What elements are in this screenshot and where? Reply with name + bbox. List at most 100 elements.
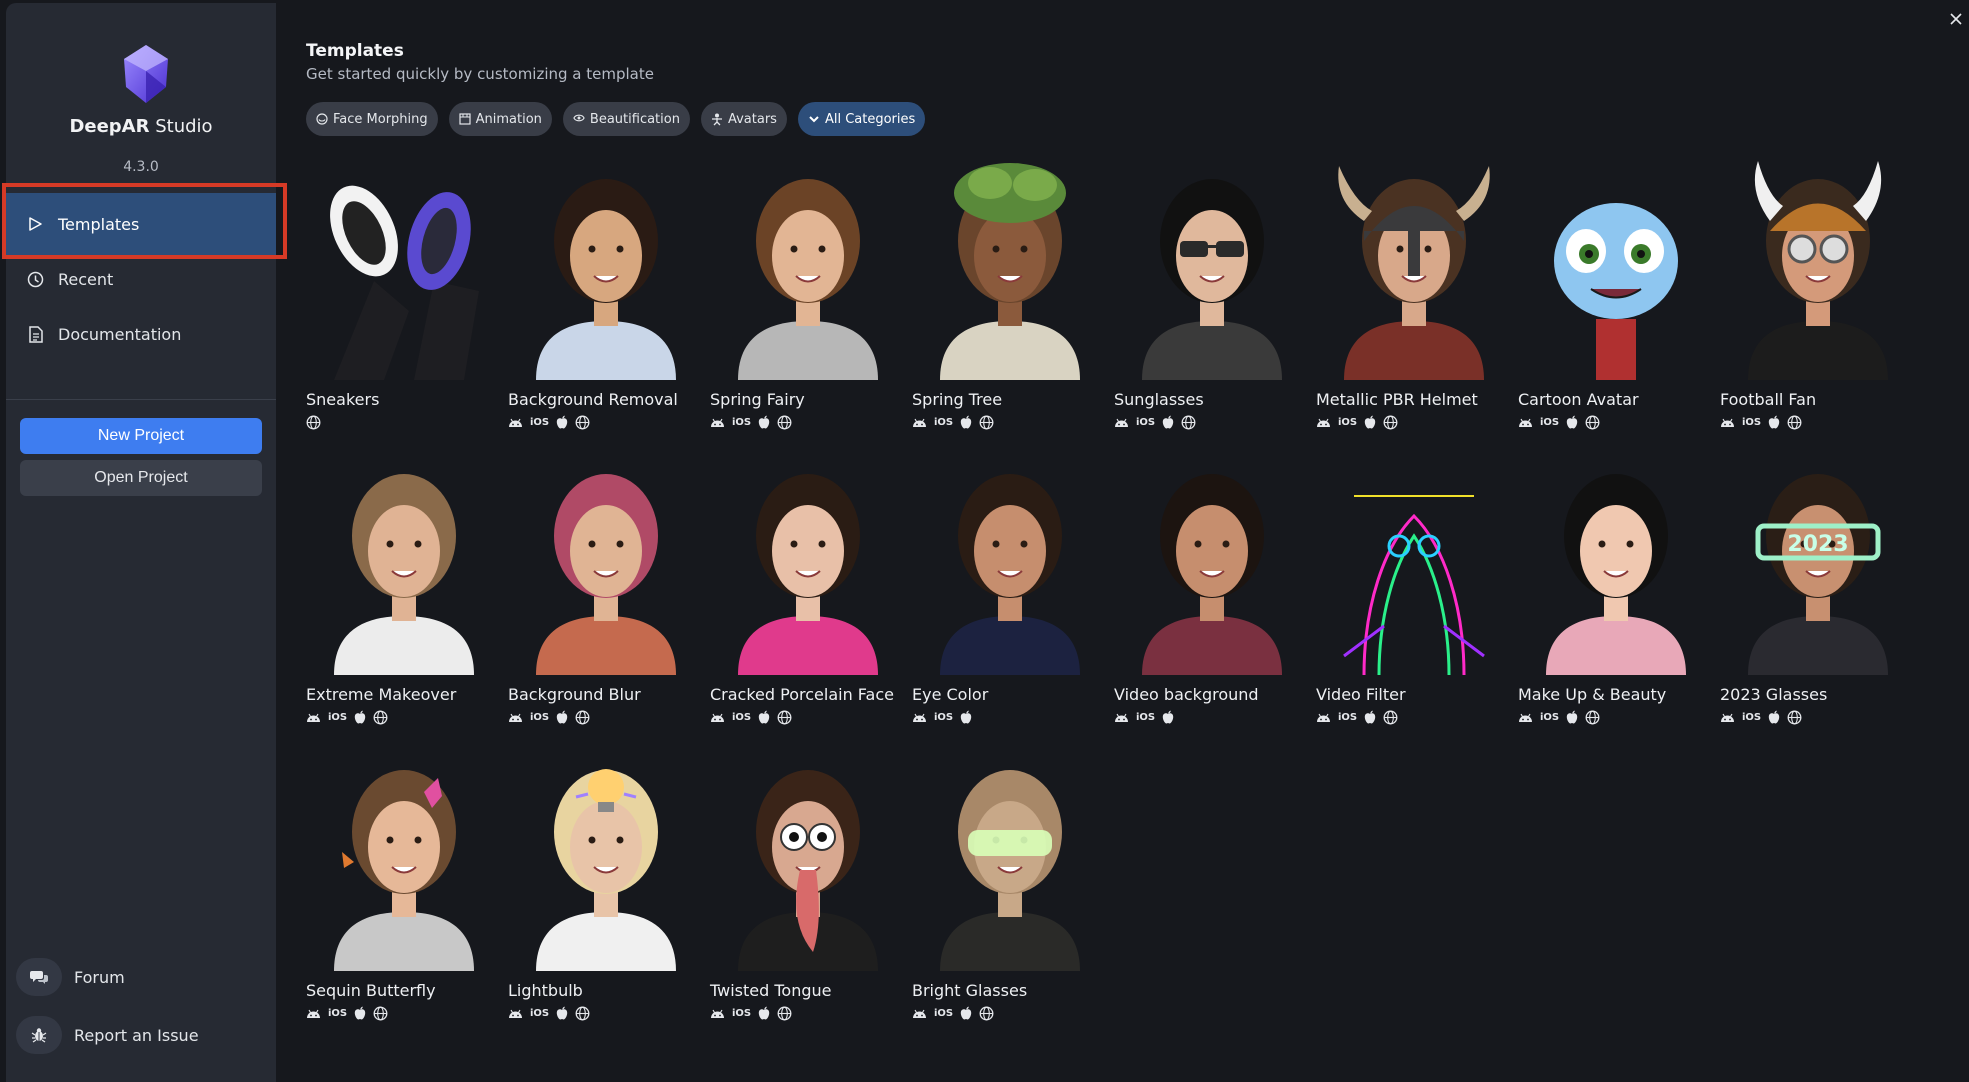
- template-thumbnail[interactable]: [314, 752, 494, 971]
- new-project-button[interactable]: New Project: [20, 418, 262, 454]
- template-thumbnail[interactable]: [718, 161, 898, 380]
- template-thumbnail[interactable]: 2023: [1728, 456, 1908, 675]
- android-icon: [1114, 709, 1129, 725]
- filter-chip-all-categories[interactable]: All Categories: [797, 102, 926, 136]
- android-icon: [508, 1005, 523, 1021]
- document-icon: [26, 325, 44, 343]
- ios-label: iOS: [934, 416, 954, 428]
- template-title: Eye Color: [912, 685, 989, 704]
- app-brand: DeepAR Studio: [6, 116, 276, 137]
- ios-label: iOS: [1540, 416, 1560, 428]
- template-title: Background Blur: [508, 685, 641, 704]
- page-subtitle: Get started quickly by customizing a tem…: [306, 65, 654, 83]
- template-title: Bright Glasses: [912, 981, 1028, 1000]
- template-thumbnail[interactable]: [516, 161, 696, 380]
- template-thumbnail[interactable]: [1526, 161, 1706, 380]
- apple-icon: [556, 414, 568, 430]
- platform-badges: iOS: [1316, 414, 1405, 430]
- animation-icon: [459, 113, 471, 125]
- web-globe-icon: [306, 414, 321, 430]
- template-thumbnail[interactable]: [314, 161, 494, 380]
- template-thumbnail[interactable]: [920, 161, 1100, 380]
- template-thumbnail[interactable]: [1324, 456, 1504, 675]
- platform-badges: iOS: [1720, 414, 1809, 430]
- template-thumbnail[interactable]: [920, 456, 1100, 675]
- template-thumbnail[interactable]: [718, 752, 898, 971]
- ios-label: iOS: [1338, 711, 1358, 723]
- filter-chip-face-morphing[interactable]: Face Morphing: [306, 102, 438, 136]
- apple-icon: [758, 1005, 770, 1021]
- web-globe-icon: [373, 709, 388, 725]
- template-title: Sunglasses: [1114, 390, 1204, 409]
- sidebar-item-label: Recent: [58, 269, 114, 289]
- android-icon: [508, 709, 523, 725]
- template-thumbnail[interactable]: [1324, 161, 1504, 380]
- ios-label: iOS: [328, 711, 348, 723]
- apple-icon: [556, 709, 568, 725]
- platform-badges: iOS: [1316, 709, 1405, 725]
- apple-icon: [960, 1005, 972, 1021]
- web-globe-icon: [373, 1005, 388, 1021]
- apple-icon: [1566, 414, 1578, 430]
- forum-link[interactable]: Forum: [16, 958, 125, 996]
- template-title: Make Up & Beauty: [1518, 685, 1667, 704]
- ios-label: iOS: [732, 1007, 752, 1019]
- app-window: DeepAR Studio 4.3.0 Templates Recent Docum…: [0, 0, 1969, 1082]
- template-thumbnail[interactable]: [718, 456, 898, 675]
- template-title: Twisted Tongue: [710, 981, 832, 1000]
- apple-icon: [354, 709, 366, 725]
- template-thumbnail[interactable]: [920, 752, 1100, 971]
- sidebar-item-label: Documentation: [58, 324, 182, 344]
- android-icon: [1518, 414, 1533, 430]
- filter-chip-animation[interactable]: Animation: [448, 102, 552, 136]
- ios-label: iOS: [732, 711, 752, 723]
- web-globe-icon: [575, 414, 590, 430]
- apple-icon: [354, 1005, 366, 1021]
- bug-icon: [16, 1016, 62, 1054]
- open-project-button[interactable]: Open Project: [20, 460, 262, 496]
- template-title: Football Fan: [1720, 390, 1817, 409]
- sidebar-item-templates[interactable]: Templates: [6, 193, 276, 255]
- platform-badges: iOS: [508, 414, 597, 430]
- template-thumbnail[interactable]: [1122, 161, 1302, 380]
- template-thumbnail[interactable]: [516, 752, 696, 971]
- android-icon: [1114, 414, 1129, 430]
- web-globe-icon: [1787, 414, 1802, 430]
- report-issue-link[interactable]: Report an Issue: [16, 1016, 199, 1054]
- template-thumbnail[interactable]: [1728, 161, 1908, 380]
- web-globe-icon: [1787, 709, 1802, 725]
- ios-label: iOS: [530, 416, 550, 428]
- ios-label: iOS: [1338, 416, 1358, 428]
- template-title: Video Filter: [1316, 685, 1406, 704]
- ios-label: iOS: [530, 711, 550, 723]
- play-outline-icon: [26, 215, 44, 233]
- eye-icon: [573, 113, 585, 125]
- brand-name: DeepAR: [69, 116, 150, 137]
- filter-chip-label: Beautification: [589, 111, 680, 127]
- ios-label: iOS: [1136, 416, 1156, 428]
- template-title: 2023 Glasses: [1720, 685, 1828, 704]
- apple-icon: [960, 414, 972, 430]
- template-thumbnail[interactable]: [314, 456, 494, 675]
- sidebar-item-recent[interactable]: Recent: [6, 248, 276, 310]
- forum-label: Forum: [74, 967, 125, 987]
- chevron-down-icon: [808, 113, 820, 125]
- android-icon: [912, 709, 927, 725]
- sidebar-item-documentation[interactable]: Documentation: [6, 303, 276, 365]
- filter-chip-beautification[interactable]: Beautification: [562, 102, 690, 136]
- close-icon[interactable]: [1945, 8, 1967, 30]
- filter-chip-avatars[interactable]: Avatars: [700, 102, 787, 136]
- template-thumbnail[interactable]: [1122, 456, 1302, 675]
- ios-label: iOS: [934, 1007, 954, 1019]
- template-thumbnail[interactable]: [1526, 456, 1706, 675]
- apple-icon: [1364, 414, 1376, 430]
- ios-label: iOS: [530, 1007, 550, 1019]
- template-thumbnail[interactable]: [516, 456, 696, 675]
- brand-suffix: Studio: [149, 116, 213, 137]
- apple-icon: [1768, 709, 1780, 725]
- template-title: Background Removal: [508, 390, 678, 409]
- ios-label: iOS: [1540, 711, 1560, 723]
- apple-icon: [1768, 414, 1780, 430]
- template-title: Extreme Makeover: [306, 685, 457, 704]
- android-icon: [508, 414, 523, 430]
